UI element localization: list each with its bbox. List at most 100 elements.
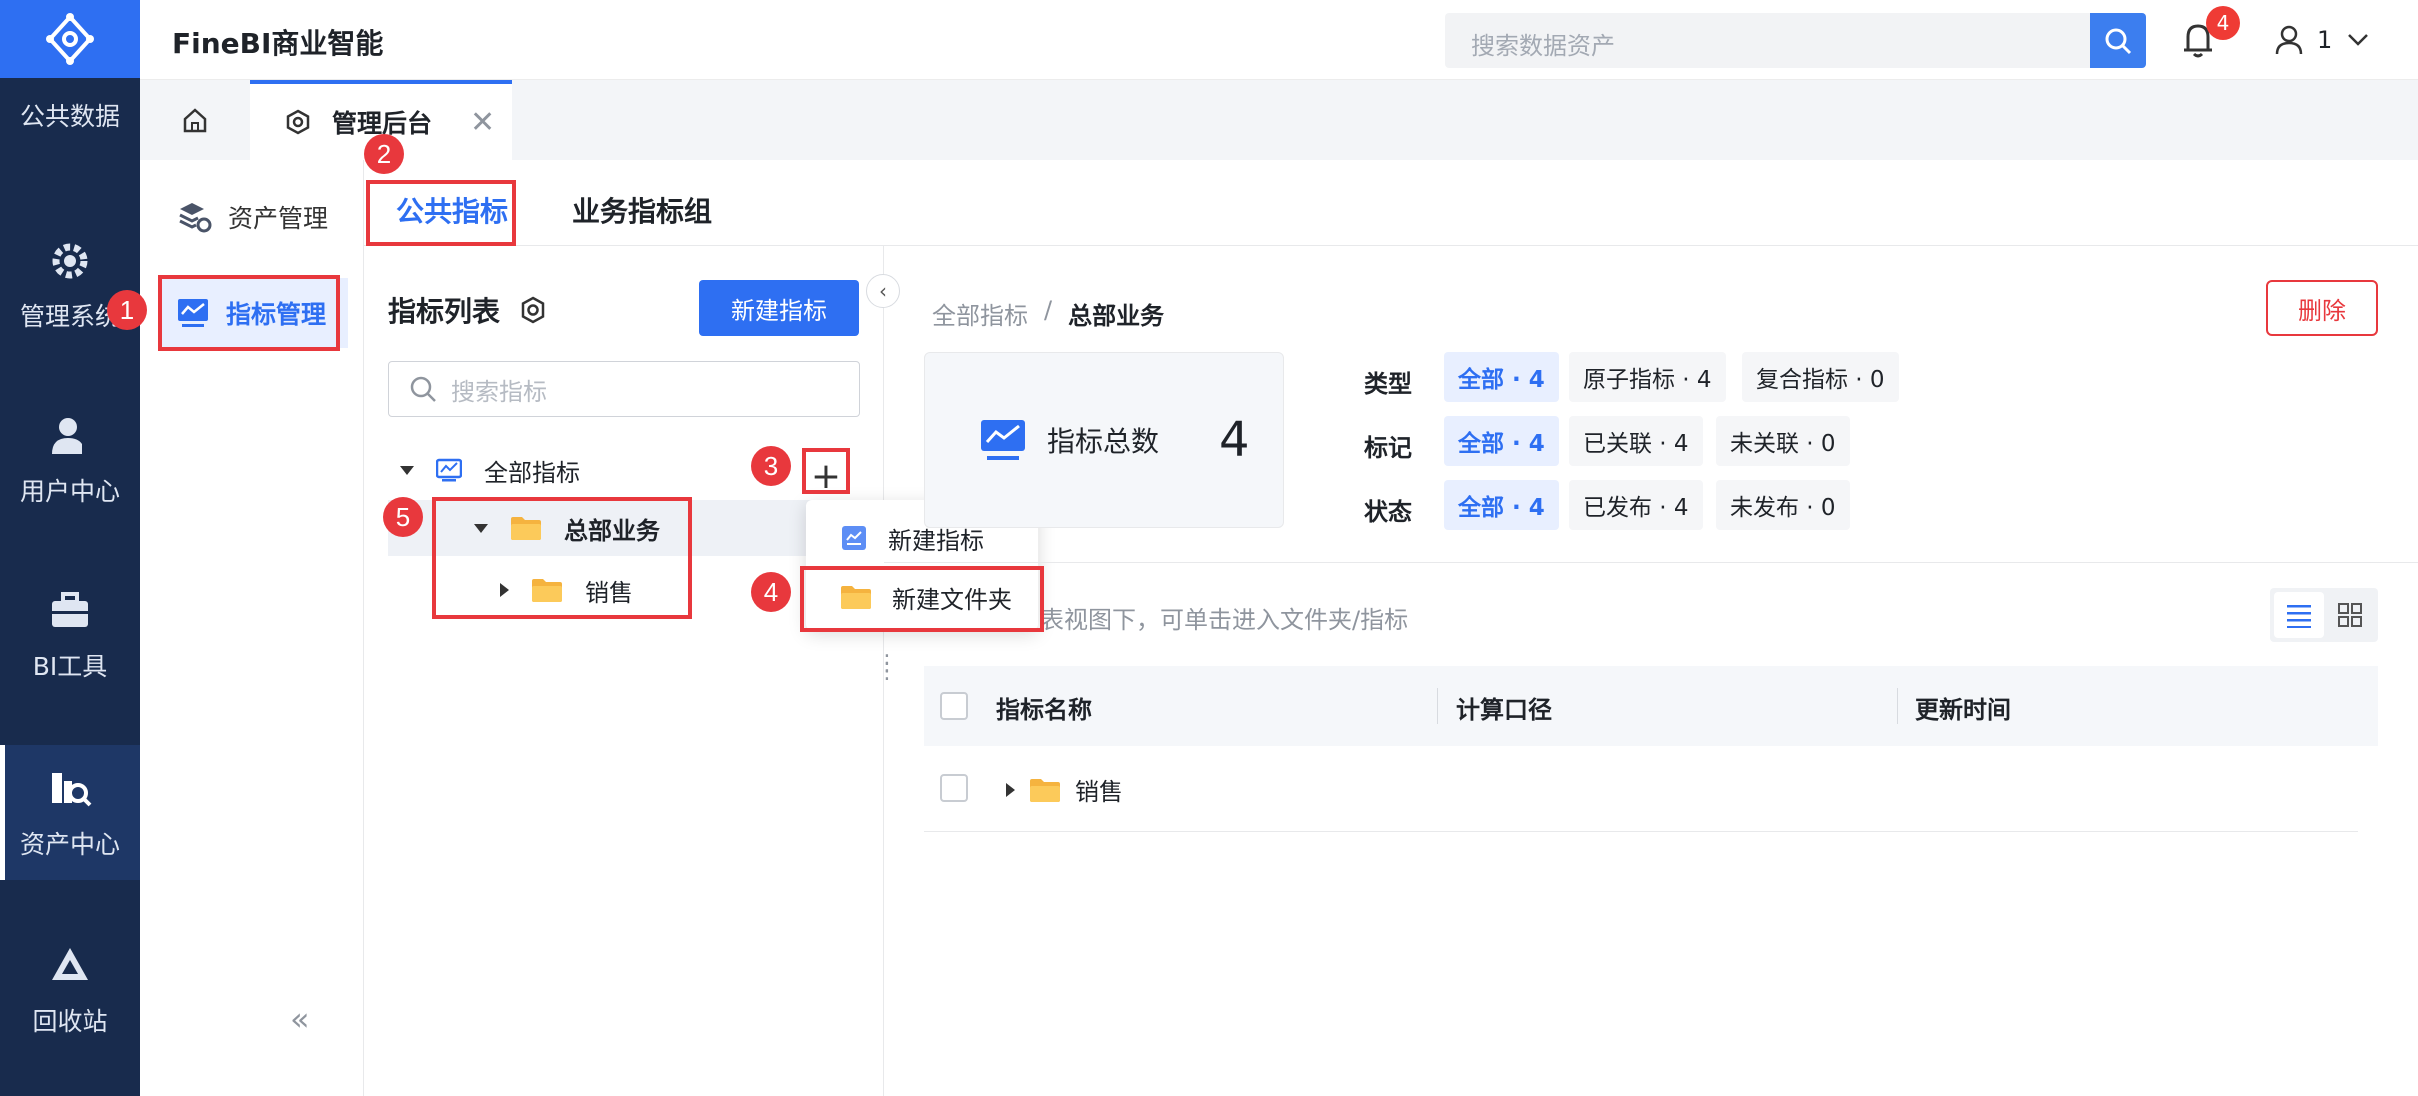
filter-status-label: 状态 [1364,498,1412,526]
home-icon [183,108,207,133]
list-title-text: 指标列表 [388,295,501,328]
table-header: 指标名称 计算口径 更新时间 [924,666,2378,746]
user-icon [2275,25,2303,55]
menu-asset-management[interactable]: 资产管理 [158,182,348,252]
column-header-name[interactable]: 指标名称 [996,690,1092,725]
tab-home[interactable] [140,80,250,160]
nav-user-center[interactable]: 用户中心 [0,385,140,535]
search-icon [2105,28,2132,54]
search-button[interactable] [2090,13,2146,68]
nav-asset-center[interactable]: 资产中心 [0,745,140,880]
close-tab-icon[interactable]: ✕ [470,105,495,140]
settings-hexagon-icon [286,109,310,135]
resize-handle-icon[interactable]: ⋮ ⋮ [876,653,898,683]
grid-view-button[interactable] [2326,592,2374,638]
caret-right-icon[interactable] [1006,782,1015,797]
collapse-menu-icon[interactable]: « [290,1000,310,1038]
breadcrumb-separator: / [1044,296,1053,324]
view-toggle [2270,588,2378,642]
notification-badge: 4 [2206,6,2240,40]
tab-business-indicator-groups[interactable]: 业务指标组 [572,190,712,230]
stat-value: 4 [1219,412,1250,468]
user-name: 1 [2317,26,2333,54]
annotation-box-4 [800,566,1044,632]
user-icon [46,412,94,460]
list-title: 指标列表 [388,290,548,330]
filter-type-composite[interactable]: 复合指标 · 0 [1742,352,1899,402]
nav-recycle-bin[interactable]: 回收站 [0,915,140,1065]
breadcrumb-root[interactable]: 全部指标 [932,296,1028,331]
indicator-doc-icon [842,526,866,550]
chart-monitor-icon [436,458,462,482]
layers-gear-icon [179,203,212,233]
row-checkbox[interactable] [940,774,968,802]
new-indicator-button[interactable]: 新建指标 [699,280,859,336]
annotation-marker-5: 5 [383,497,423,537]
folder-icon [1030,778,1060,802]
grid-view-icon [2338,603,2362,627]
tab-bar: 管理后台 ✕ [140,80,2418,160]
asset-search-input[interactable]: 搜索数据资产 [1445,13,2095,68]
gear-icon[interactable] [518,295,548,325]
column-separator [1897,688,1898,724]
nav-label: 资产中心 [19,829,120,859]
recycle-icon [46,942,94,990]
chevron-down-icon [2348,34,2369,46]
view-hint-text: 表视图下，可单击进入文件夹/指标 [1040,606,1409,634]
annotation-box-1 [158,275,340,351]
collapse-panel-button[interactable]: ‹ [866,274,900,308]
breadcrumb: 全部指标 / 总部业务 [932,296,1164,331]
chart-monitor-icon [981,420,1025,460]
column-header-updated[interactable]: 更新时间 [1915,690,2011,725]
annotation-marker-4: 4 [751,572,791,612]
indicator-list-panel: 指标列表 新建指标 ‹ 搜索指标 全部指标 + 总部业务 销售 ⋮ ⋮ [364,246,900,1096]
menu-label: 资产管理 [228,204,329,233]
breadcrumb-current: 总部业务 [1068,302,1165,330]
column-header-formula[interactable]: 计算口径 [1456,690,1552,725]
filter-status-unpublished[interactable]: 未发布 · 0 [1716,480,1850,530]
filter-tag-all[interactable]: 全部 · 4 [1444,416,1559,466]
annotation-marker-3: 3 [751,446,791,486]
table-row[interactable]: 销售 [924,746,2358,832]
app-title: FineBI商业智能 [172,27,384,60]
annotation-box-2 [366,180,516,246]
row-name-cell: 销售 [1006,772,1123,807]
column-separator [1437,688,1438,724]
nav-label: BI工具 [32,652,108,681]
indicator-search-input[interactable]: 搜索指标 [388,361,860,417]
nav-label: 管理系统 [19,302,120,331]
top-header: FineBI商业智能 搜索数据资产 4 1 [140,0,2418,80]
row-name: 销售 [1075,778,1123,806]
section-divider [884,562,2418,563]
left-nav: 公共数据 管理系统 用户中心 BI工具 资产中心 回收站 [0,0,140,1096]
filter-status-published[interactable]: 已发布 · 4 [1569,480,1703,530]
annotation-box-3 [802,448,850,494]
user-menu[interactable]: 1 [2275,20,2370,60]
nav-management-system[interactable]: 管理系统 [0,210,140,360]
stat-label: 指标总数 [1047,425,1160,458]
asset-search-icon [46,765,94,813]
filter-tag-unlinked[interactable]: 未关联 · 0 [1716,416,1850,466]
nav-label: 回收站 [32,1007,108,1036]
toolbox-icon [46,587,94,635]
caret-down-icon[interactable] [400,465,414,475]
nav-bi-tools[interactable]: BI工具 [0,560,140,710]
filter-type-all[interactable]: 全部 · 4 [1444,352,1559,402]
select-all-checkbox[interactable] [940,692,968,720]
filter-type-label: 类型 [1364,370,1412,398]
tree-item-all-indicators[interactable]: 全部指标 [400,442,580,498]
list-view-button[interactable] [2274,592,2324,638]
annotation-box-5 [432,497,692,619]
tree-label: 全部指标 [484,458,580,487]
filter-tag-linked[interactable]: 已关联 · 4 [1569,416,1703,466]
main-tabs: 公共指标 业务指标组 [364,160,2418,246]
annotation-marker-1: 1 [107,290,147,330]
nav-label: 公共数据 [19,102,120,131]
delete-button[interactable]: 删除 [2266,280,2378,336]
filter-type-atomic[interactable]: 原子指标 · 4 [1569,352,1726,402]
filter-tag-label: 标记 [1364,434,1412,462]
nav-public-data[interactable]: 公共数据 [0,60,140,170]
nav-label: 用户中心 [19,477,120,506]
filter-status-all[interactable]: 全部 · 4 [1444,480,1559,530]
logo-icon [46,13,94,65]
